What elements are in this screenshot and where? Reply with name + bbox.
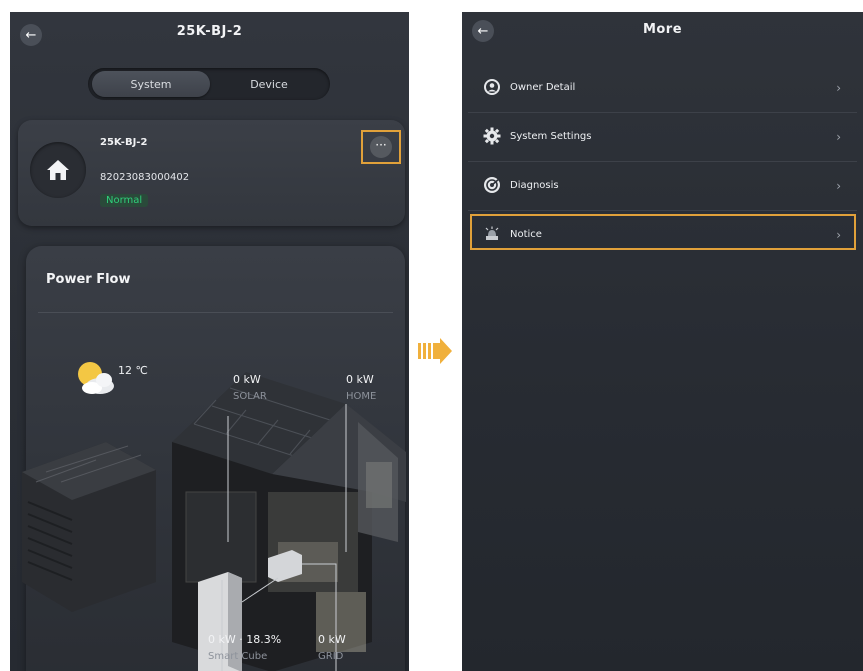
weather-temperature: 12 ℃ — [118, 364, 148, 377]
home-icon — [47, 160, 69, 180]
chevron-right-icon: › — [836, 80, 841, 95]
menu-item-label: System Settings — [510, 131, 592, 142]
station-card: 25K-BJ-2 82023083000402 Normal ··· — [18, 120, 405, 226]
station-name: 25K-BJ-2 — [100, 137, 148, 148]
page-title: 25K-BJ-2 — [176, 24, 243, 39]
arrow-right-icon — [418, 338, 452, 364]
power-flow-card: Power Flow 12 ℃ 0 kW SOLAR 0 kW HOME 0 k… — [22, 246, 406, 671]
gear-icon — [483, 127, 501, 145]
menu-item-diagnosis[interactable]: Diagnosis › — [468, 162, 857, 209]
menu-item-system-settings[interactable]: System Settings › — [468, 113, 857, 160]
home-power-value: 0 kW — [346, 373, 374, 386]
tab-device[interactable]: Device — [210, 71, 328, 97]
grid-power-value: 0 kW — [318, 633, 346, 646]
menu-item-owner-detail[interactable]: Owner Detail › — [468, 64, 857, 111]
battery-label: Smart Cube — [208, 651, 268, 662]
home-label: HOME — [346, 391, 377, 402]
partly-cloudy-icon — [78, 362, 114, 394]
battery-power-value: 0 kW · 18.3% — [208, 633, 282, 646]
more-screen: ← More Owner Detail › System Settings › … — [462, 12, 863, 671]
chevron-right-icon: › — [836, 178, 841, 193]
solar-label: SOLAR — [233, 391, 267, 402]
notice-highlight — [470, 214, 856, 250]
user-circle-icon — [483, 78, 501, 96]
chevron-right-icon: › — [836, 129, 841, 144]
solar-power-value: 0 kW — [233, 373, 261, 386]
tab-system[interactable]: System — [92, 71, 210, 97]
menu-item-label: Diagnosis — [510, 180, 559, 191]
diagnosis-icon — [483, 176, 501, 194]
view-switch: System Device — [88, 68, 330, 100]
system-screen: ← 25K-BJ-2 System Device 25K-BJ-2 820230… — [10, 12, 409, 671]
more-options-button[interactable]: ··· — [361, 130, 401, 164]
status-badge: Normal — [100, 194, 149, 207]
more-dots-icon: ··· — [370, 136, 392, 158]
menu-item-label: Owner Detail — [510, 82, 576, 93]
grid-label: GRID — [318, 651, 344, 662]
power-flow-title: Power Flow — [46, 272, 131, 287]
page-title: More — [642, 22, 683, 37]
divider — [38, 312, 393, 313]
station-serial: 82023083000402 — [100, 172, 190, 183]
home-icon-badge — [30, 142, 86, 198]
